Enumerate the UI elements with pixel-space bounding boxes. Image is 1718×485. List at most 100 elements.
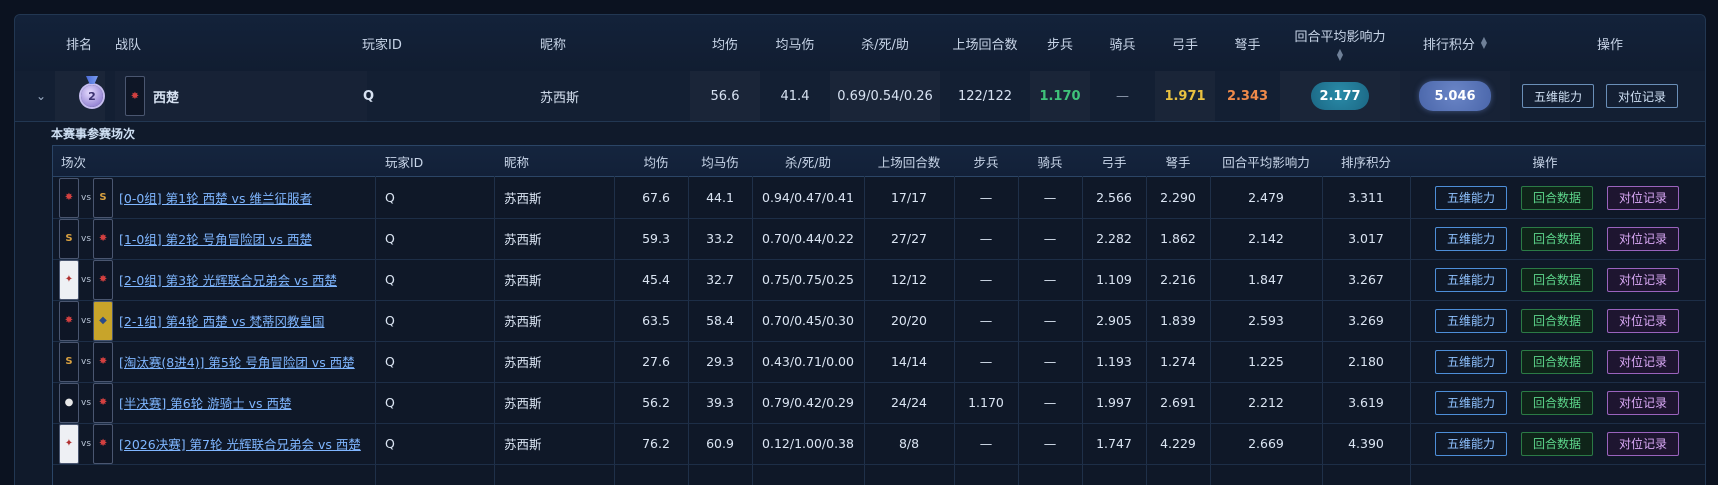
cell-player-id: Q — [385, 436, 395, 451]
team-logo-icon: ✸ — [59, 300, 79, 341]
round-data-button[interactable]: 回合数据 — [1521, 390, 1593, 415]
cell-cavalry: — — [1043, 354, 1057, 369]
round-data-button[interactable]: 回合数据 — [1521, 226, 1593, 251]
ih-player-id: 玩家ID — [385, 154, 424, 170]
ih-cavalry: 骑兵 — [1037, 154, 1063, 170]
table-row[interactable]: Svs ✸ [淘汰赛(8进4)] 第5轮 号角冒险团 vs 西楚 Q 苏西斯 27.6 29… — [53, 341, 1705, 383]
match-link[interactable]: [淘汰赛(8进4)] 第5轮 号角冒险团 vs 西楚 — [119, 352, 355, 371]
team-logo-icon: ◆ — [93, 300, 114, 341]
round-data-button[interactable]: 回合数据 — [1521, 431, 1593, 456]
cell-cavalry: — — [1043, 190, 1057, 205]
cell-avg-dmg: 56.2 — [642, 395, 670, 410]
header-round-impact-label: 回合平均影响力 — [1294, 29, 1386, 45]
team-logo-icon: S — [93, 177, 114, 218]
header-cavalry[interactable]: 骑兵 — [1090, 15, 1155, 71]
player-stats-panel: 排名 战队 玩家ID 昵称 均伤 均马伤 杀/死/助 上场回合数 步兵 骑兵 弓… — [14, 14, 1706, 485]
cell-crossbow: 2.216 — [1160, 272, 1196, 287]
player-summary-row[interactable]: ⌄ 2 ✸ 西楚 Q 苏西斯 56.6 41.4 0.69/0.54/0.26 … — [15, 71, 1705, 122]
cell-avg-dmg: 76.2 — [642, 436, 670, 451]
five-dim-button[interactable]: 五维能力 — [1435, 267, 1507, 292]
cell-kda: 0.75/0.75/0.25 — [762, 272, 854, 287]
five-dim-button[interactable]: 五维能力 — [1522, 84, 1594, 108]
header-archer[interactable]: 弓手 — [1155, 15, 1215, 71]
header-infantry[interactable]: 步兵 — [1030, 15, 1090, 71]
vs-label: vs — [81, 274, 92, 285]
table-row[interactable]: Svs ✸ [1-0组] 第2轮 号角冒险团 vs 西楚 Q 苏西斯 59.3 33.2 0.… — [53, 218, 1705, 260]
round-data-button[interactable]: 回合数据 — [1521, 308, 1593, 333]
header-avg-dmg[interactable]: 均伤 — [690, 15, 760, 71]
match-link[interactable]: [2-1组] 第4轮 西楚 vs 梵蒂冈教皇国 — [119, 311, 324, 330]
header-rank-score[interactable]: 排行积分 ▲ ▼ — [1400, 15, 1510, 71]
matchup-button[interactable]: 对位记录 — [1607, 431, 1679, 456]
table-row[interactable]: ● vs ✸ [半决赛] 第6轮 游骑士 vs 西楚 Q 苏西斯 56.2 39.3 0.79/… — [53, 382, 1705, 424]
sort-arrows-icon[interactable]: ▲ ▼ — [1481, 36, 1487, 50]
header-rounds[interactable]: 上场回合数 — [940, 15, 1030, 71]
five-dim-button[interactable]: 五维能力 — [1435, 390, 1507, 415]
ih-rank-score: 排序积分 — [1340, 154, 1391, 170]
match-link[interactable]: [0-0组] 第1轮 西楚 vs 维兰征服者 — [119, 188, 312, 207]
matchup-button[interactable]: 对位记录 — [1607, 267, 1679, 292]
ih-avg-horse-dmg: 均马伤 — [701, 154, 739, 170]
matchup-button[interactable]: 对位记录 — [1607, 390, 1679, 415]
five-dim-button[interactable]: 五维能力 — [1435, 226, 1507, 251]
round-data-button[interactable]: 回合数据 — [1521, 185, 1593, 210]
cell-rank-score: 3.267 — [1348, 272, 1384, 287]
cell-avg-horse-dmg: 58.4 — [706, 313, 734, 328]
match-link[interactable]: [2-0组] 第3轮 光辉联合兄弟会 vs 西楚 — [119, 270, 337, 289]
team-logo-icon: ✸ — [93, 382, 114, 423]
infantry-score: 1.170 — [1039, 88, 1081, 104]
cell-player-id: Q — [385, 354, 395, 369]
match-link[interactable]: [1-0组] 第2轮 号角冒险团 vs 西楚 — [119, 229, 312, 248]
round-data-button[interactable]: 回合数据 — [1521, 349, 1593, 374]
cell-infantry: — — [979, 313, 993, 328]
round-impact: 2.177 — [1280, 71, 1400, 121]
cell-rounds: 14/14 — [890, 354, 928, 369]
header-kda[interactable]: 杀/死/助 — [830, 15, 940, 71]
header-rank: 排名 — [65, 37, 92, 53]
matchup-button[interactable]: 对位记录 — [1606, 84, 1678, 108]
cell-round-impact: 2.593 — [1248, 313, 1284, 328]
cavalry-score: — — [1116, 88, 1129, 104]
matchup-button[interactable]: 对位记录 — [1607, 349, 1679, 374]
match-link[interactable]: [半决赛] 第6轮 游骑士 vs 西楚 — [119, 393, 292, 412]
round-data-button[interactable]: 回合数据 — [1521, 267, 1593, 292]
cell-rounds: 20/20 — [890, 313, 928, 328]
table-row[interactable]: ✸ vs S [0-0组] 第1轮 西楚 vs 维兰征服者 Q 苏西斯 67.6 44.1 0.… — [53, 177, 1705, 219]
sort-arrows-icon[interactable]: ▲ ▼ — [1337, 47, 1343, 61]
matchup-button[interactable]: 对位记录 — [1607, 185, 1679, 210]
table-row[interactable]: ✦ vs ✸ [2-0组] 第3轮 光辉联合兄弟会 vs 西楚 Q 苏西斯 45.4 32.7… — [53, 259, 1705, 301]
header-avg-horse-dmg[interactable]: 均马伤 — [760, 15, 830, 71]
cell-rounds: 27/27 — [890, 231, 928, 246]
cell-crossbow: 2.290 — [1160, 190, 1196, 205]
cell-player-id: Q — [385, 190, 395, 205]
cell-nickname: 苏西斯 — [504, 232, 542, 247]
player-id: Q — [363, 88, 375, 104]
header-player-id: 玩家ID — [362, 37, 402, 53]
table-row[interactable]: ✸ vs ◆ [2-1组] 第4轮 西楚 vs 梵蒂冈教皇国 Q 苏西斯 63.5 58.4 0… — [53, 300, 1705, 342]
table-row[interactable]: ✦ vs ✸ [2026决赛] 第7轮 光辉联合兄弟会 vs 西楚 Q 苏西斯 76.2 60… — [53, 423, 1705, 465]
cell-round-impact: 1.225 — [1248, 354, 1284, 369]
ih-archer: 弓手 — [1101, 154, 1127, 170]
team-name: 西楚 — [153, 90, 180, 106]
team-logo-icon: ✸ — [93, 259, 114, 300]
cell-player-id: Q — [385, 313, 395, 328]
match-link[interactable]: [2026决赛] 第7轮 光辉联合兄弟会 vs 西楚 — [119, 434, 361, 453]
header-round-impact[interactable]: 回合平均影响力 ▲ ▼ — [1280, 15, 1400, 71]
match-table-header: 场次 玩家ID 昵称 均伤 均马伤 杀/死/助 上场回合数 步兵 骑兵 弓手 弩… — [53, 146, 1705, 177]
header-nickname: 昵称 — [540, 37, 567, 53]
five-dim-button[interactable]: 五维能力 — [1435, 349, 1507, 374]
header-crossbow[interactable]: 弩手 — [1215, 15, 1280, 71]
vs-label: vs — [81, 356, 92, 367]
five-dim-button[interactable]: 五维能力 — [1435, 185, 1507, 210]
ih-kda: 杀/死/助 — [785, 154, 831, 170]
five-dim-button[interactable]: 五维能力 — [1435, 431, 1507, 456]
match-cell: ✦ vs ✸ [2-0组] 第3轮 光辉联合兄弟会 vs 西楚 — [59, 259, 375, 300]
expand-chevron-icon[interactable]: ⌄ — [29, 71, 53, 121]
row-actions: 五维能力 回合数据 对位记录 — [1435, 177, 1695, 218]
five-dim-button[interactable]: 五维能力 — [1435, 308, 1507, 333]
matchup-button[interactable]: 对位记录 — [1607, 226, 1679, 251]
matchup-button[interactable]: 对位记录 — [1607, 308, 1679, 333]
cell-avg-horse-dmg: 33.2 — [706, 231, 734, 246]
cell-nickname: 苏西斯 — [504, 355, 542, 370]
row-actions: 五维能力 回合数据 对位记录 — [1435, 341, 1695, 382]
